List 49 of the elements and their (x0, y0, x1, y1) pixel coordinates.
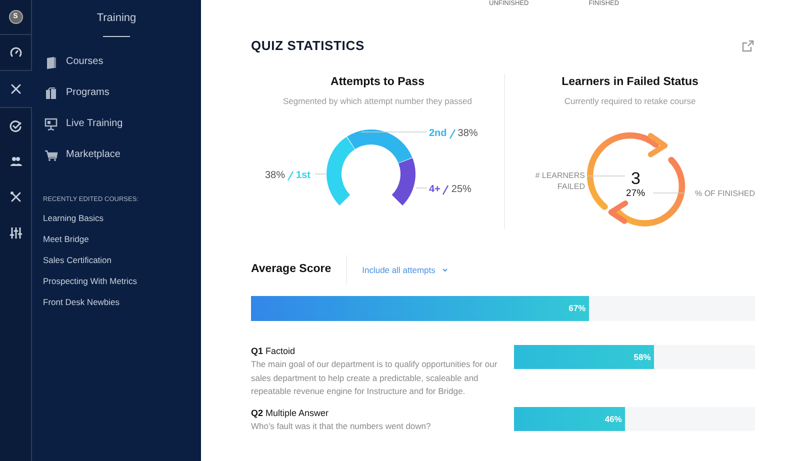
category-label: 2nd (429, 127, 447, 141)
tools-icon[interactable] (8, 190, 22, 204)
presentation-icon (44, 116, 58, 130)
course-link[interactable]: Learning Basics (43, 212, 201, 226)
nav-item[interactable]: Programs (44, 82, 201, 102)
people-icon[interactable] (8, 154, 22, 168)
slash-divider (442, 184, 450, 194)
nav-item[interactable]: Courses (44, 52, 201, 72)
leader-line (652, 192, 686, 194)
book-icon (44, 54, 58, 68)
progress-fill: 58% (514, 345, 654, 369)
value-label: 25% (451, 183, 472, 197)
section-title: QUIZ STATISTICS (251, 37, 364, 56)
section-heading: Average Score (251, 255, 348, 285)
panel-title: Training (96, 11, 136, 26)
nav-item[interactable]: Marketplace (44, 144, 201, 164)
value-label: 38% (458, 127, 478, 141)
leader-label: % OF FINISHED (695, 188, 756, 200)
share-icon[interactable] (741, 39, 755, 53)
chart-title: Attempts to Pass (330, 75, 424, 90)
slash-divider (448, 128, 456, 138)
question-text: Who's fault was it that the numbers went down? (251, 420, 432, 434)
leader-label: # LEARNERS FAILED (534, 170, 585, 192)
chart-subtitle: Segmented by which attempt number they passed (283, 95, 472, 108)
course-link[interactable]: Sales Certification (43, 254, 201, 268)
slash-divider (287, 170, 294, 180)
progress-fill: 46% (514, 407, 625, 432)
nav-item[interactable]: Live Training (44, 114, 201, 134)
question-text: The main goal of our department is to qualify opportunities for our sales department to help create a predictable, scaleable and repeatable revenue engine for Instructure and for Bridge. (251, 358, 498, 398)
close-icon[interactable] (9, 82, 23, 96)
caret-icon (442, 268, 448, 272)
course-link[interactable]: Meet Bridge (43, 233, 201, 246)
question-title: Q1 Factoid (251, 345, 296, 358)
finished-percent: 27% (626, 187, 646, 201)
sliders-icon[interactable] (8, 226, 22, 240)
value-label: 38% (265, 169, 286, 183)
check-circle-icon[interactable] (8, 118, 22, 132)
category-label: 4+ (429, 183, 440, 197)
cart-icon (44, 148, 58, 162)
books-icon (44, 86, 58, 100)
progress-fill: 67% (251, 296, 589, 321)
course-link[interactable]: Front Desk Newbies (43, 296, 201, 310)
question-title: Q2 Multiple Answer (251, 407, 330, 420)
category-label: 1st (296, 169, 310, 183)
course-link[interactable]: Prospecting With Metrics (43, 275, 201, 288)
chart-subtitle: Currently required to retake course (564, 95, 696, 108)
gauge-icon[interactable] (8, 46, 22, 60)
chart-title: Learners in Failed Status (562, 75, 698, 90)
learners-count: 3 (631, 168, 640, 189)
